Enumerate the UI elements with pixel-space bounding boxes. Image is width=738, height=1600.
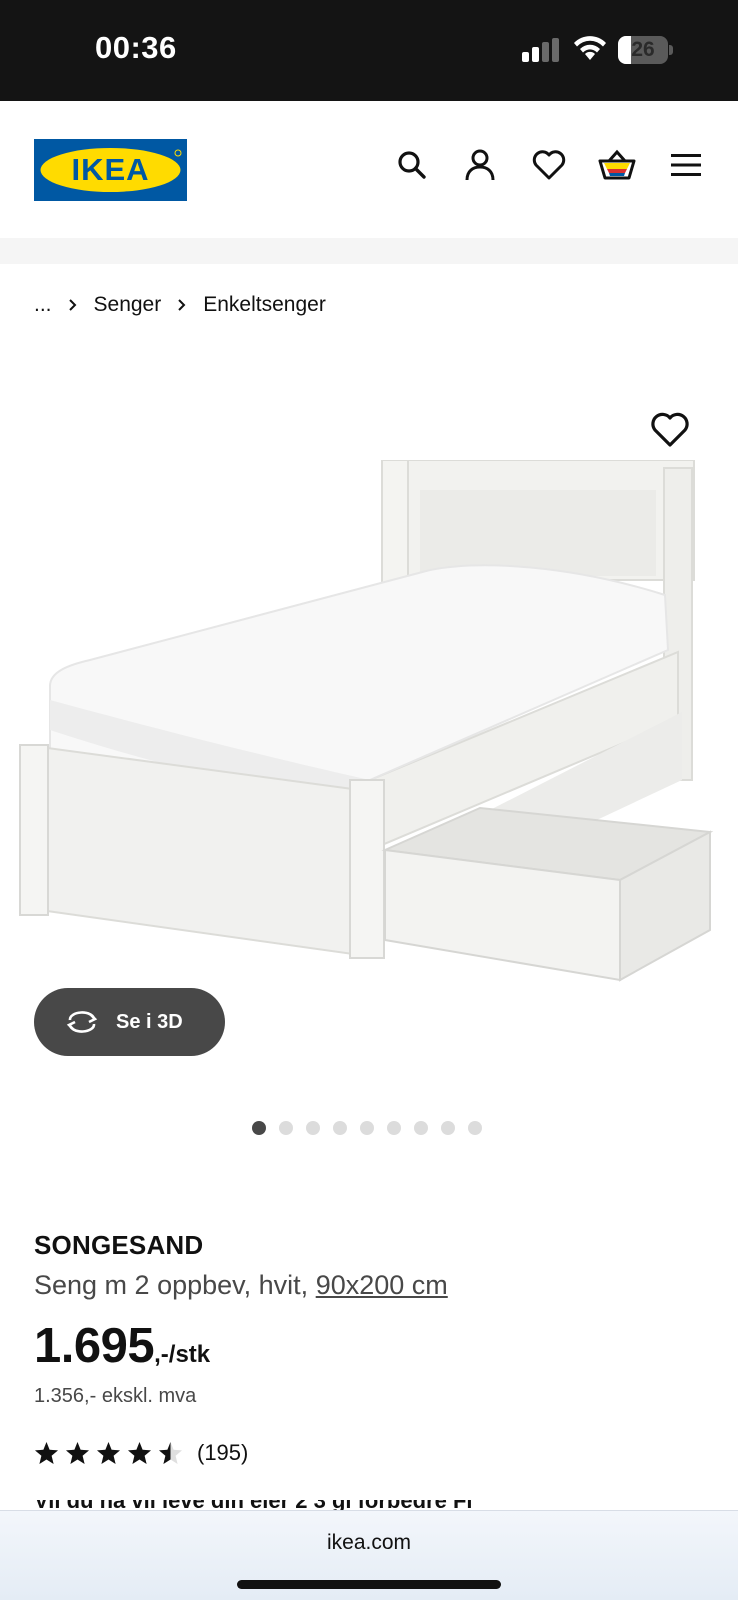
carousel-dot[interactable] — [468, 1121, 482, 1135]
favourite-heart-icon[interactable] — [650, 410, 690, 450]
status-time: 00:36 — [95, 30, 177, 65]
carousel-dot[interactable] — [387, 1121, 401, 1135]
breadcrumb: ... Senger Enkeltsenger — [34, 290, 326, 320]
url-field[interactable]: ikea.com — [0, 1531, 738, 1555]
carousel-dot[interactable] — [252, 1121, 266, 1135]
price-excl-vat: 1.356,- ekskl. mva — [34, 1385, 197, 1407]
cellular-signal-icon — [522, 38, 559, 62]
battery-tip — [669, 45, 673, 55]
star-icon — [97, 1441, 120, 1464]
browser-bottom-bar: ikea.com — [0, 1510, 738, 1600]
carousel-dot[interactable] — [306, 1121, 320, 1135]
view-in-3d-button[interactable]: Se i 3D — [34, 988, 225, 1056]
breadcrumb-item-senger[interactable]: Senger — [94, 293, 162, 317]
star-icon — [128, 1441, 151, 1464]
site-header: IKEA — [0, 101, 738, 238]
product-name: SONGESAND — [34, 1230, 204, 1260]
rating-stars — [34, 1441, 183, 1466]
carousel-dot[interactable] — [333, 1121, 347, 1135]
ikea-logo[interactable]: IKEA — [34, 139, 187, 201]
account-icon[interactable] — [460, 145, 500, 185]
chevron-right-icon — [178, 299, 186, 311]
price-suffix: ,-/stk — [154, 1341, 211, 1368]
breadcrumb-ellipsis[interactable]: ... — [34, 293, 52, 317]
product-image-bed[interactable] — [10, 460, 730, 990]
breadcrumb-item-enkeltsenger[interactable]: Enkeltsenger — [203, 293, 326, 317]
chevron-right-icon — [68, 299, 76, 311]
carousel-dot[interactable] — [414, 1121, 428, 1135]
wifi-icon — [574, 36, 606, 60]
basket-icon[interactable] — [597, 145, 637, 185]
star-icon — [66, 1441, 89, 1464]
svg-text:IKEA: IKEA — [71, 152, 149, 187]
image-carousel-dots — [252, 1121, 482, 1135]
home-indicator[interactable] — [237, 1580, 501, 1589]
status-bar: 00:36 26 — [0, 0, 738, 101]
product-rating[interactable]: (195) — [34, 1440, 248, 1466]
menu-icon[interactable] — [666, 145, 706, 185]
heart-icon[interactable] — [529, 145, 569, 185]
battery-indicator: 26 — [618, 36, 674, 64]
star-icon — [35, 1441, 58, 1464]
view-in-3d-label: Se i 3D — [116, 1010, 183, 1033]
battery-level: 26 — [631, 38, 655, 61]
search-icon[interactable] — [392, 145, 432, 185]
carousel-dot[interactable] — [441, 1121, 455, 1135]
product-description-text: Seng m 2 oppbev, hvit, — [34, 1270, 309, 1300]
product-description: Seng m 2 oppbev, hvit, 90x200 cm — [34, 1270, 448, 1301]
product-price: 1.695 ,-/stk — [34, 1318, 210, 1374]
star-icon — [159, 1441, 182, 1464]
product-media: Se i 3D — [0, 340, 738, 1140]
rotate-3d-icon — [66, 1011, 98, 1033]
product-size-link[interactable]: 90x200 cm — [316, 1270, 448, 1300]
carousel-dot[interactable] — [360, 1121, 374, 1135]
price-main: 1.695 — [34, 1319, 155, 1373]
rating-count: (195) — [197, 1440, 249, 1465]
carousel-dot[interactable] — [279, 1121, 293, 1135]
header-divider-band — [0, 238, 738, 264]
